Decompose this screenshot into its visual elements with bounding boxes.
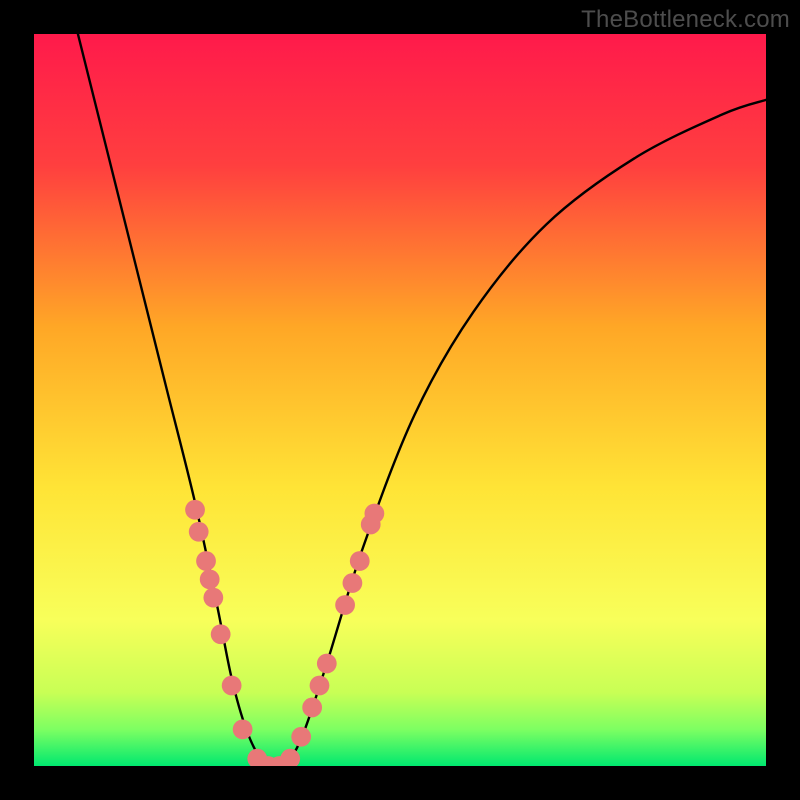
data-point <box>233 720 253 740</box>
chart-frame: TheBottleneck.com <box>0 0 800 800</box>
data-point <box>317 654 337 674</box>
data-point <box>302 698 322 718</box>
data-point <box>343 573 363 593</box>
gradient-background <box>34 34 766 766</box>
watermark-text: TheBottleneck.com <box>581 6 790 34</box>
data-point <box>335 595 355 615</box>
bottleneck-chart <box>34 34 766 766</box>
data-point <box>364 504 384 524</box>
data-point <box>196 551 216 571</box>
plot-area <box>34 34 766 766</box>
data-point <box>310 676 330 696</box>
data-point <box>291 727 311 747</box>
data-point <box>222 676 242 696</box>
data-point <box>203 588 223 608</box>
data-point <box>350 551 370 571</box>
data-point <box>200 569 220 589</box>
data-point <box>211 624 231 644</box>
data-point <box>185 500 205 520</box>
data-point <box>189 522 209 542</box>
